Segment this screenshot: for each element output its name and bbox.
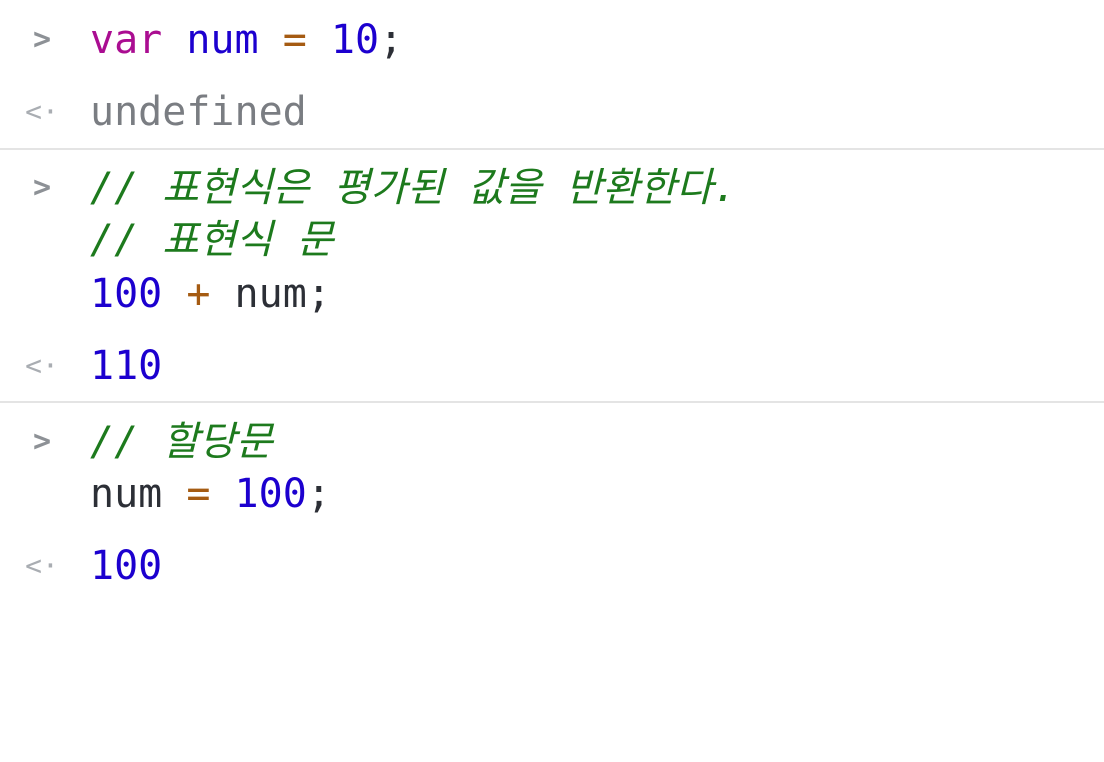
- operator-token: =: [186, 471, 211, 517]
- result-arrow-icon: <·: [25, 95, 59, 128]
- keyword-token: var: [90, 17, 163, 63]
- prompt-chevron-icon: >: [32, 424, 52, 459]
- code-text: 100 + num;: [90, 266, 331, 322]
- input-line[interactable]: > // 할당문: [0, 414, 1104, 470]
- punctuation-token: ;: [379, 17, 404, 63]
- result-value: 110: [90, 343, 163, 389]
- operator-token: +: [186, 271, 211, 317]
- code-text: var num = 10;: [90, 12, 403, 68]
- input-line[interactable]: > var num = 10;: [0, 12, 1104, 68]
- console-panel: > var num = 10; <· undefined > // 표현식은 평…: [0, 0, 1104, 591]
- result-value: 100: [90, 543, 163, 589]
- code-comment: // 표현식은 평가된 값을 반환한다.: [90, 165, 737, 211]
- number-token: 100: [234, 471, 307, 517]
- punctuation-token: ;: [306, 271, 331, 317]
- entry-separator: [0, 401, 1104, 403]
- operator-token: =: [282, 17, 307, 63]
- input-line[interactable]: num = 100;: [0, 466, 1104, 522]
- code-comment: // 할당문: [90, 419, 273, 465]
- result-line[interactable]: <· 110: [0, 338, 1104, 394]
- result-arrow-icon: <·: [25, 349, 59, 382]
- prompt-chevron-icon: >: [32, 22, 52, 57]
- result-arrow-icon: <·: [25, 549, 59, 582]
- punctuation-token: ;: [306, 471, 331, 517]
- prompt-chevron-icon: >: [32, 170, 52, 205]
- input-line[interactable]: // 표현식 문: [0, 212, 1104, 268]
- code-text: num = 100;: [90, 466, 331, 522]
- code-comment: // 표현식 문: [90, 217, 334, 263]
- identifier-token: num: [234, 271, 307, 317]
- input-line[interactable]: 100 + num;: [0, 266, 1104, 322]
- number-token: 100: [90, 271, 163, 317]
- identifier-token: num: [90, 471, 163, 517]
- result-line[interactable]: <· undefined: [0, 84, 1104, 140]
- result-line[interactable]: <· 100: [0, 538, 1104, 594]
- entry-separator: [0, 148, 1104, 150]
- result-value: undefined: [90, 89, 307, 135]
- number-token: 10: [330, 17, 380, 63]
- identifier-token: num: [186, 17, 259, 63]
- input-line[interactable]: > // 표현식은 평가된 값을 반환한다.: [0, 160, 1104, 216]
